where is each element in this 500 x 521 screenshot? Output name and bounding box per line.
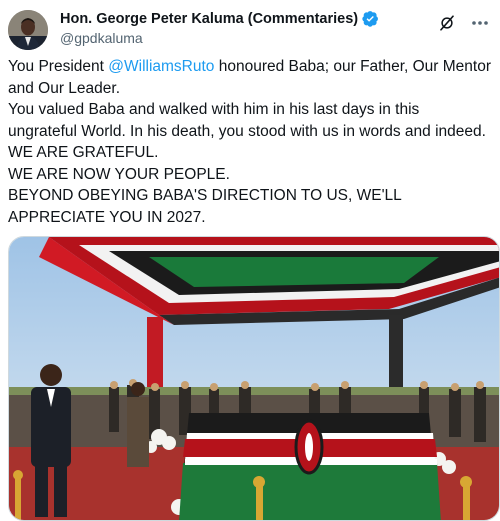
tweet-text: You President @WilliamsRuto honoured Bab… [8, 56, 492, 228]
author-display-name[interactable]: Hon. George Peter Kaluma (Commentaries) [60, 11, 358, 27]
tweet-line-1: You President @WilliamsRuto honoured Bab… [8, 56, 492, 99]
author-display-name-row[interactable]: Hon. George Peter Kaluma (Commentaries) [60, 10, 379, 27]
author-handle[interactable]: @gpdkaluma [60, 30, 379, 46]
tweet-line-2: You valued Baba and walked with him in h… [8, 101, 486, 140]
verified-badge-icon [362, 10, 379, 27]
avatar[interactable] [8, 10, 48, 50]
tweet-line-4: WE ARE NOW YOUR PEOPLE. [8, 165, 230, 183]
author-names: Hon. George Peter Kaluma (Commentaries) … [60, 10, 379, 46]
tweet-line-5: BEYOND OBEYING BABA'S DIRECTION TO US, W… [8, 187, 402, 226]
more-dots-icon[interactable] [470, 14, 490, 32]
tweet-header: Hon. George Peter Kaluma (Commentaries) … [8, 8, 492, 52]
tweet-line-3: WE ARE GRATEFUL. [8, 144, 159, 161]
mention-link[interactable]: @WilliamsRuto [108, 58, 214, 75]
grok-icon[interactable] [438, 14, 456, 32]
tweet-text-segment: You President [8, 58, 109, 75]
tweet-media-photo[interactable] [8, 236, 500, 521]
